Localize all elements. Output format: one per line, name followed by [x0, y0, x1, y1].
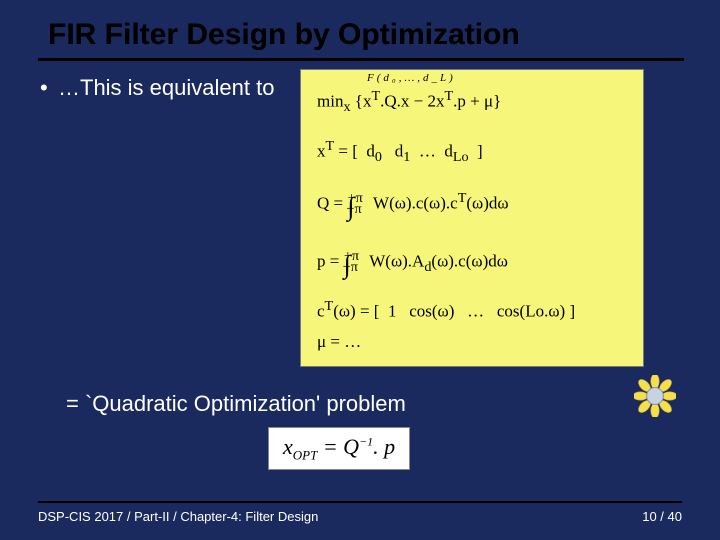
math-line-objective: minx {xT.Q.x − 2xT.p + μ}	[317, 88, 633, 116]
footer-left: DSP-CIS 2017 / Part-II / Chapter-4: Filt…	[38, 509, 318, 524]
math-line-cT: cT(ω) = [ 1 cos(ω) … cos(Lo.ω) ]	[317, 298, 633, 322]
math-line-p: p = ∫−π+π W(ω).Ad(ω).c(ω)dω	[317, 248, 633, 280]
content-area: • …This is equivalent to F(d₀,…,d_L) min…	[38, 75, 684, 101]
math-line-Q: Q = ∫−π+π W(ω).c(ω).cT(ω)dω	[317, 190, 633, 222]
footer: DSP-CIS 2017 / Part-II / Chapter-4: Filt…	[38, 501, 682, 524]
math-line-xT: xT = [ d0 d1 … dLo ]	[317, 138, 633, 166]
math-line-mu: μ = …	[317, 332, 633, 352]
footer-row: DSP-CIS 2017 / Part-II / Chapter-4: Filt…	[38, 509, 682, 524]
title-rule	[38, 58, 684, 61]
solution-box: xOPT = Q−1. p	[268, 427, 410, 470]
quadratic-opt-label: = `Quadratic Optimization' problem	[66, 391, 406, 417]
slide-title: FIR Filter Design by Optimization	[48, 18, 520, 51]
bullet-marker: •	[38, 75, 58, 101]
bullet-text: …This is equivalent to	[58, 75, 274, 101]
math-box: F(d₀,…,d_L) minx {xT.Q.x − 2xT.p + μ} xT…	[300, 69, 644, 367]
footer-rule	[38, 501, 682, 503]
slide: FIR Filter Design by Optimization • …Thi…	[0, 0, 720, 540]
overbrace-label: F(d₀,…,d_L)	[367, 72, 456, 84]
title-area: FIR Filter Design by Optimization	[48, 18, 682, 52]
footer-page: 10 / 40	[642, 509, 682, 524]
sunflower-icon	[634, 375, 676, 417]
